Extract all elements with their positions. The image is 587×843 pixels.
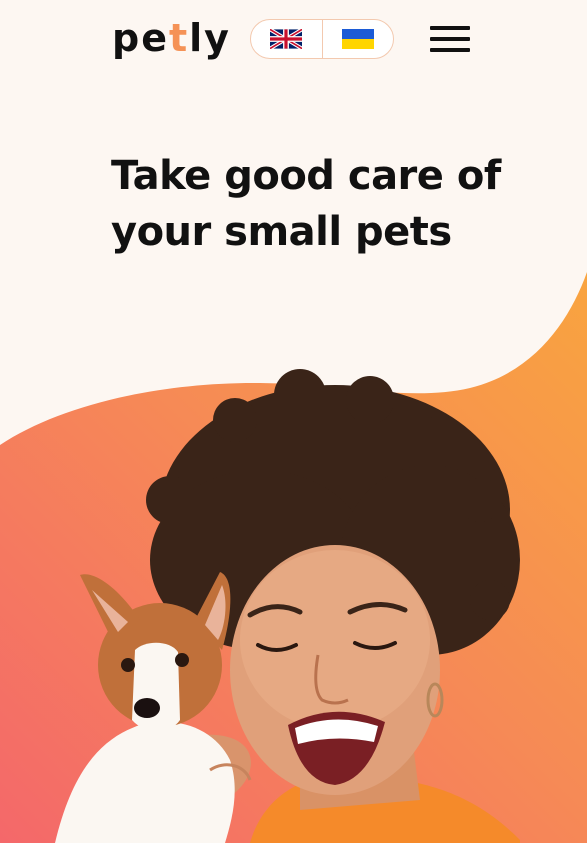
- language-switcher: [250, 19, 394, 59]
- hero-title: Take good care of your small pets: [111, 148, 511, 260]
- logo-text-end: ly: [189, 16, 231, 60]
- language-button-en[interactable]: [251, 20, 322, 58]
- language-button-uk[interactable]: [321, 20, 394, 58]
- page: petly Take good care of your small pets: [0, 0, 587, 843]
- uk-flag-icon: [270, 29, 303, 49]
- logo-text-accent: t: [168, 16, 190, 60]
- hero-title-line1: Take good care of: [111, 153, 501, 199]
- header: petly: [0, 0, 587, 80]
- hamburger-menu-icon[interactable]: [430, 24, 470, 54]
- logo[interactable]: petly: [112, 14, 231, 62]
- ukraine-flag-icon: [341, 29, 374, 49]
- woman-with-puppy-photo: [55, 369, 520, 843]
- hero-title-line2: your small pets: [111, 209, 452, 255]
- logo-text-start: pe: [112, 16, 169, 60]
